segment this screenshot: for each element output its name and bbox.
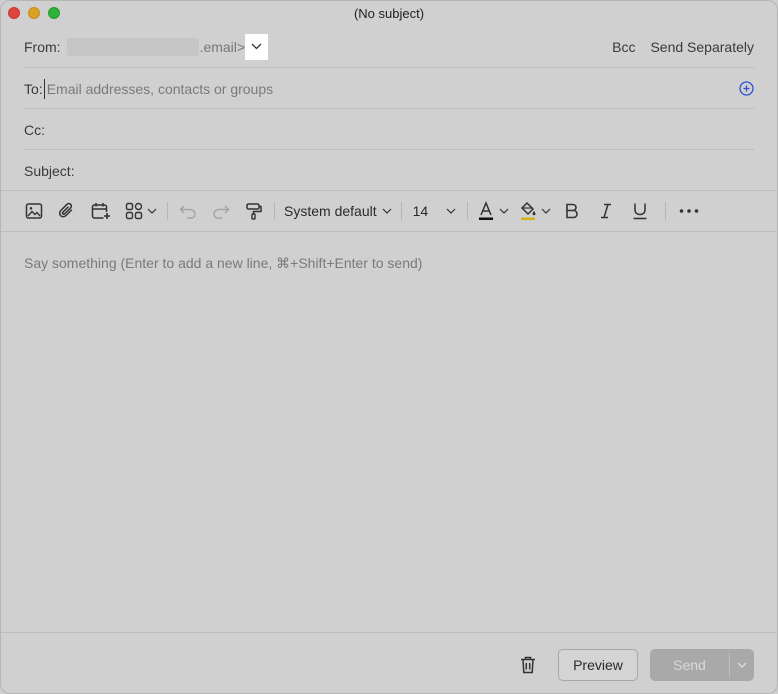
trash-icon (521, 656, 535, 674)
add-contact-button[interactable] (738, 81, 754, 97)
redo-icon (213, 205, 230, 219)
toolbar-separator (274, 202, 275, 220)
from-row: From: .email> Bcc Send Separately (24, 26, 754, 67)
chevron-down-icon (147, 208, 157, 214)
more-options-button[interactable] (677, 197, 701, 225)
format-painter-icon (246, 203, 262, 220)
send-separately-button[interactable]: Send Separately (650, 39, 754, 55)
italic-button[interactable] (595, 197, 617, 225)
bcc-button[interactable]: Bcc (612, 39, 635, 55)
font-family-select[interactable]: System default (284, 197, 392, 225)
italic-icon (601, 203, 612, 219)
format-toolbar: System default 14 (24, 191, 754, 231)
subject-row[interactable]: Subject: (24, 150, 754, 191)
undo-button[interactable] (177, 197, 199, 225)
toolbar-separator (167, 202, 168, 220)
more-icon (679, 209, 699, 213)
toolbar-separator (665, 202, 667, 220)
to-row: To: (24, 68, 754, 109)
insert-image-button[interactable] (24, 197, 44, 225)
attachment-icon (58, 202, 73, 218)
calendar-add-icon (91, 203, 111, 220)
insert-calendar-button[interactable] (90, 197, 112, 225)
to-label: To: (24, 80, 43, 97)
highlight-icon (520, 201, 536, 220)
bold-button[interactable] (561, 197, 583, 225)
text-color-icon (478, 201, 493, 220)
font-size-select[interactable]: 14 (413, 197, 457, 225)
from-label: From: (24, 38, 61, 55)
cc-label: Cc: (24, 121, 45, 138)
from-address-redacted (66, 37, 199, 56)
chevron-down-icon (737, 662, 747, 668)
underline-button[interactable] (629, 197, 651, 225)
compose-window: (No subject) From: .email> Bcc Send Sepa… (0, 0, 778, 694)
divider (1, 632, 777, 633)
window-title: (No subject) (353, 6, 425, 21)
to-input[interactable] (43, 78, 644, 99)
message-body-editor[interactable]: Say something (Enter to add a new line, … (24, 255, 422, 272)
from-account-dropdown[interactable] (245, 33, 269, 60)
redo-button[interactable] (210, 197, 232, 225)
window-controls (8, 7, 60, 19)
image-icon (25, 203, 43, 219)
send-button[interactable]: Send (650, 649, 729, 681)
send-options-dropdown[interactable] (730, 649, 754, 681)
chevron-down-icon (446, 208, 456, 214)
apps-icon (125, 202, 143, 220)
font-family-value: System default (284, 203, 377, 219)
attach-file-button[interactable] (57, 197, 77, 225)
highlight-color-button[interactable] (519, 197, 551, 225)
zoom-button[interactable] (48, 7, 60, 19)
send-button-group: Send (650, 649, 754, 681)
chevron-down-icon (251, 43, 262, 50)
divider (1, 231, 777, 232)
chevron-down-icon (499, 208, 509, 214)
preview-button[interactable]: Preview (558, 649, 638, 681)
discard-draft-button[interactable] (518, 655, 538, 675)
title-bar: (No subject) (1, 1, 777, 26)
plus-circle-icon (738, 81, 754, 96)
more-apps-dropdown[interactable] (124, 197, 158, 225)
from-address-suffix: .email> (199, 38, 246, 55)
bold-icon (566, 203, 578, 219)
subject-label: Subject: (24, 162, 75, 179)
close-button[interactable] (8, 7, 20, 19)
chevron-down-icon (541, 208, 551, 214)
format-painter-button[interactable] (243, 197, 265, 225)
chevron-down-icon (382, 208, 392, 214)
font-size-value: 14 (412, 203, 429, 219)
toolbar-separator (400, 202, 402, 220)
underline-icon (633, 203, 647, 220)
from-row-actions: Bcc Send Separately (612, 39, 754, 55)
cc-row[interactable]: Cc: (24, 109, 754, 150)
undo-icon (179, 205, 196, 219)
minimize-button[interactable] (28, 7, 40, 19)
toolbar-separator (467, 202, 469, 220)
text-color-button[interactable] (477, 197, 509, 225)
